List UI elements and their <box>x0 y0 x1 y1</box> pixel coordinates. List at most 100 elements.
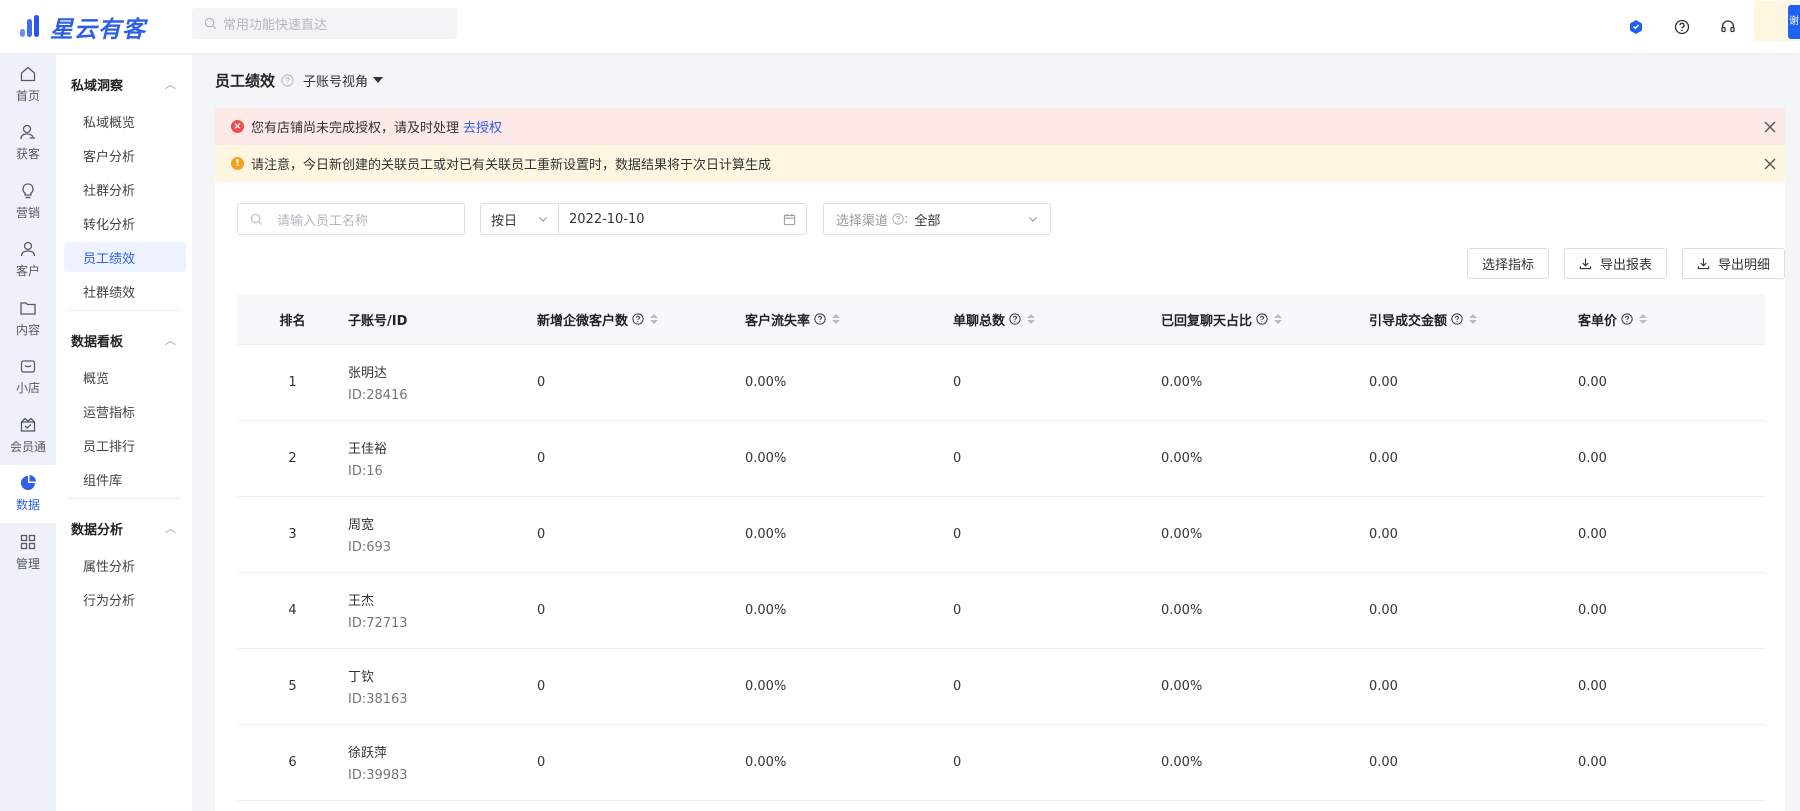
section-data-analysis[interactable]: 数据分析 ︿ <box>56 509 192 547</box>
subnav-item[interactable]: 概览 <box>64 362 186 392</box>
user-avatar[interactable]: 谢 <box>1754 1 1800 41</box>
cell-rank: 6 <box>288 755 297 770</box>
nav-shop-label: 小店 <box>15 381 40 396</box>
close-icon[interactable] <box>1761 118 1779 136</box>
help-icon[interactable] <box>1670 15 1694 39</box>
cell-rank: 2 <box>288 451 297 466</box>
date-unit-select[interactable]: 按日 <box>481 204 559 234</box>
cell-reply-ratio: 0.00% <box>1161 755 1203 770</box>
col-gmv[interactable]: 引导成交金额 <box>1369 310 1578 329</box>
nav-acquire[interactable]: 获客 <box>0 114 56 173</box>
cell-gmv: 0.00 <box>1369 679 1398 694</box>
help-icon[interactable] <box>281 73 294 87</box>
authorize-link[interactable]: 去授权 <box>463 117 502 136</box>
nav-home[interactable]: 首页 <box>0 55 56 114</box>
nav-manage[interactable]: 管理 <box>0 523 56 582</box>
subnav-item[interactable]: 员工排行 <box>64 430 186 460</box>
error-alert: × 您有店铺尚未完成授权，请及时处理 去授权 <box>215 108 1785 145</box>
sort-icon[interactable] <box>1639 314 1648 324</box>
col-chats[interactable]: 单聊总数 <box>953 310 1161 329</box>
date-unit-value: 按日 <box>491 213 518 229</box>
chevron-up-icon: ︿ <box>165 78 176 91</box>
section-private-insight[interactable]: 私域洞察 ︿ <box>56 65 192 103</box>
employee-id: ID:16 <box>348 464 383 479</box>
subnav-item-active[interactable]: 员工绩效 <box>64 242 186 272</box>
nav-customer[interactable]: 客户 <box>0 231 56 290</box>
subnav-item[interactable]: 属性分析 <box>64 550 186 580</box>
section-data-board[interactable]: 数据看板 ︿ <box>56 321 192 359</box>
error-icon: × <box>231 120 244 133</box>
help-icon[interactable] <box>1451 313 1463 325</box>
subnav-item[interactable]: 私域概览 <box>64 106 186 136</box>
table-row: 6 徐跃萍 ID:39983 0 0.00% 0 0.00% 0.00 0.00 <box>237 725 1765 801</box>
search-icon <box>204 17 217 30</box>
performance-table: 排名 子账号/ID 新增企微客户数 客户流失率 单聊总数 已回复聊天占比 引导成… <box>237 294 1765 801</box>
shield-badge-icon[interactable] <box>1624 15 1648 39</box>
cell-aov: 0.00 <box>1578 679 1607 694</box>
subnav-item[interactable]: 社群绩效 <box>64 276 186 306</box>
view-selector[interactable]: 子账号视角 <box>303 71 384 90</box>
warning-icon: ! <box>231 157 244 170</box>
col-aov[interactable]: 客单价 <box>1578 310 1765 329</box>
grid-icon <box>20 534 36 549</box>
employee-search-input[interactable]: 请输入员工名称 <box>237 203 465 235</box>
nav-marketing[interactable]: 营销 <box>0 172 56 231</box>
cell-rank: 3 <box>288 527 297 542</box>
employee-id: ID:38163 <box>348 692 408 707</box>
warning-alert: ! 请注意，今日新创建的关联员工或对已有关联员工重新设置时，数据结果将于次日计算… <box>215 145 1785 182</box>
nav-shop[interactable]: 小店 <box>0 348 56 407</box>
col-reply-ratio[interactable]: 已回复聊天占比 <box>1161 310 1369 329</box>
caret-down-icon <box>373 77 384 83</box>
help-icon[interactable] <box>1009 313 1021 325</box>
cell-gmv: 0.00 <box>1369 451 1398 466</box>
headset-support-icon[interactable] <box>1716 15 1740 39</box>
select-metrics-button[interactable]: 选择指标 <box>1466 248 1549 279</box>
help-icon[interactable] <box>1621 313 1633 325</box>
chevron-up-icon: ︿ <box>165 334 176 347</box>
subnav-item[interactable]: 行为分析 <box>64 584 186 614</box>
help-icon <box>892 213 904 225</box>
export-report-button[interactable]: 导出报表 <box>1563 248 1667 279</box>
chevron-up-icon: ︿ <box>165 522 176 535</box>
cell-reply-ratio: 0.00% <box>1161 527 1203 542</box>
subnav-item[interactable]: 社群分析 <box>64 174 186 204</box>
col-churn-label: 客户流失率 <box>745 313 811 329</box>
channel-label: 选择渠道 : <box>836 211 909 229</box>
channel-select[interactable]: 选择渠道 : 全部 <box>823 203 1051 235</box>
acquire-icon <box>20 125 35 140</box>
sort-icon[interactable] <box>832 314 841 324</box>
col-churn[interactable]: 客户流失率 <box>745 310 953 329</box>
employee-id: ID:693 <box>348 540 392 555</box>
nav-content[interactable]: 内容 <box>0 289 56 348</box>
employee-name: 丁钦 <box>348 670 375 685</box>
nav-data[interactable]: 数据 <box>0 464 56 523</box>
sort-icon[interactable] <box>1274 314 1283 324</box>
filter-bar: 请输入员工名称 按日 2022-10-10 选择渠道 : 全部 <box>237 203 1051 235</box>
help-icon[interactable] <box>1256 313 1268 325</box>
help-icon[interactable] <box>814 313 826 325</box>
cell-churn: 0.00% <box>745 755 787 770</box>
col-account-label: 子账号/ID <box>348 313 408 329</box>
subnav-item[interactable]: 运营指标 <box>64 396 186 426</box>
export-detail-button[interactable]: 导出明细 <box>1681 248 1785 279</box>
nav-member[interactable]: 会员通 <box>0 406 56 465</box>
employee-name: 王佳裕 <box>348 442 388 457</box>
logo-icon <box>18 14 44 40</box>
view-selector-label: 子账号视角 <box>303 74 369 90</box>
sort-icon[interactable] <box>1469 314 1478 324</box>
help-icon[interactable] <box>632 313 644 325</box>
brand-logo[interactable]: 星云有客 <box>18 12 146 43</box>
subnav-item[interactable]: 组件库 <box>64 464 186 494</box>
chevron-down-icon <box>539 217 547 222</box>
sort-icon[interactable] <box>1027 314 1036 324</box>
col-new-customers[interactable]: 新增企微客户数 <box>537 310 745 329</box>
global-search-input[interactable]: 常用功能快速直达 <box>192 8 457 39</box>
cell-aov: 0.00 <box>1578 451 1607 466</box>
subnav-item[interactable]: 客户分析 <box>64 140 186 170</box>
subnav-item[interactable]: 转化分析 <box>64 208 186 238</box>
sort-icon[interactable] <box>650 314 659 324</box>
top-toolbar: 谢 <box>1602 1 1800 41</box>
date-picker[interactable]: 2022-10-10 <box>559 204 806 234</box>
close-icon[interactable] <box>1761 155 1779 173</box>
channel-select-body: 选择渠道 : 全部 <box>836 210 940 229</box>
